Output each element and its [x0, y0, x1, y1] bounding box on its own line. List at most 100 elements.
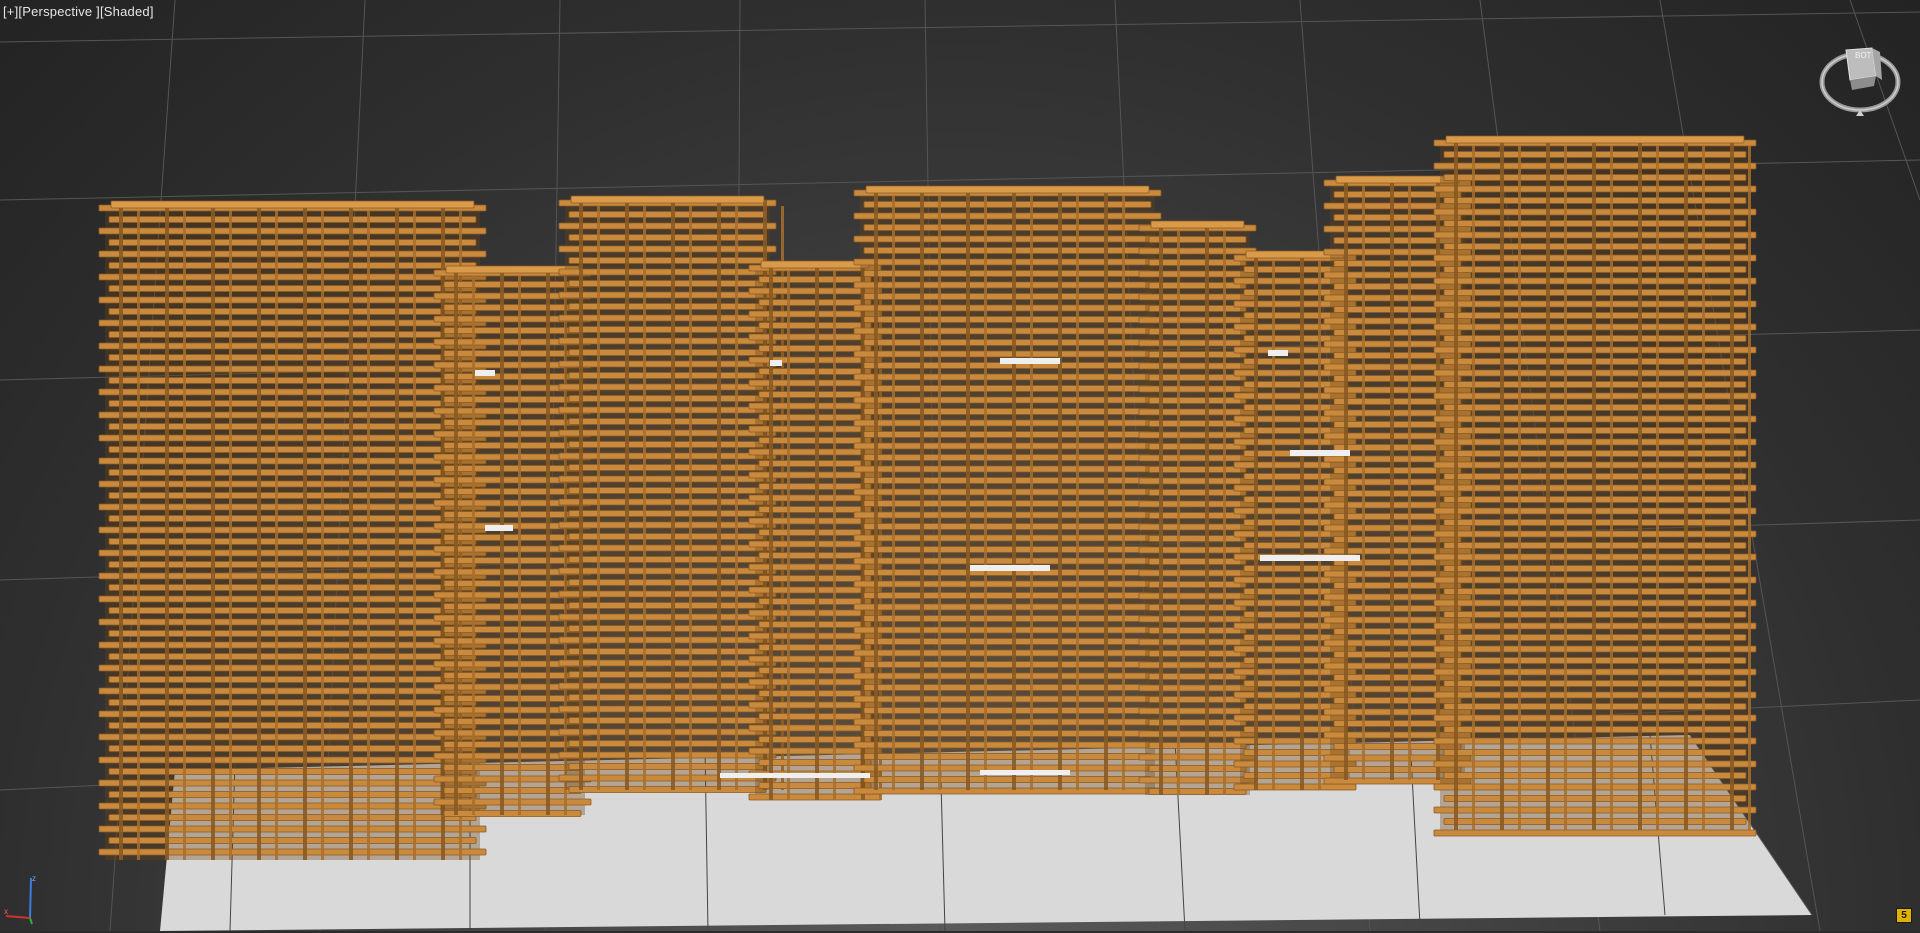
rod-horizontal [1138, 684, 1257, 692]
rod-horizontal [1148, 466, 1247, 473]
floor-gap [770, 360, 782, 366]
rod-horizontal [853, 626, 1162, 634]
rod-horizontal [1138, 247, 1257, 255]
rod-vertical [938, 196, 941, 790]
rod-horizontal [558, 636, 777, 644]
svg-text:x: x [4, 907, 8, 916]
rod-horizontal [853, 465, 1162, 473]
rod-vertical [1318, 261, 1321, 790]
rod-horizontal [443, 419, 582, 426]
rod-horizontal [558, 613, 777, 621]
rod-horizontal [443, 787, 582, 794]
rod-vertical [1472, 146, 1475, 830]
rod-vertical [643, 206, 646, 790]
rod-horizontal [98, 618, 487, 626]
rod-horizontal [443, 465, 582, 472]
rod-horizontal [1138, 339, 1257, 347]
rod-horizontal [1148, 581, 1247, 588]
rod-vertical [1012, 190, 1016, 790]
rod-top-rail [865, 185, 1150, 194]
rod-horizontal [108, 239, 477, 246]
rod-horizontal [443, 396, 582, 403]
rod-vertical [1122, 196, 1125, 790]
rod-vertical [518, 276, 521, 815]
rod-horizontal [853, 304, 1162, 312]
rod-horizontal [98, 802, 487, 810]
scene-canvas[interactable] [0, 0, 1920, 931]
rod-horizontal [1148, 604, 1247, 611]
rod-vertical [1058, 190, 1062, 790]
rod-top-rail [570, 195, 765, 204]
rod-horizontal [1138, 776, 1257, 784]
rod-horizontal [98, 411, 487, 419]
rod-horizontal [1148, 374, 1247, 381]
rod-horizontal [1148, 351, 1247, 358]
viewport-menu-plus[interactable]: [+] [3, 4, 18, 19]
rod-vertical [1030, 196, 1033, 790]
rod-horizontal [1138, 730, 1257, 738]
scaffold-block[interactable] [1433, 135, 1757, 837]
rod-vertical [717, 200, 721, 790]
rod-vertical [1518, 146, 1521, 830]
rod-horizontal [1148, 673, 1247, 680]
rod-horizontal [1148, 512, 1247, 519]
rod-horizontal [108, 768, 477, 775]
rod-vertical [413, 211, 416, 860]
grid-line [0, 11, 1920, 43]
rod-horizontal [853, 672, 1162, 680]
rod-horizontal [558, 498, 777, 506]
perspective-viewport[interactable]: [+][Perspective ][Shaded] BOT z x 5 [0, 0, 1920, 931]
rod-horizontal [443, 442, 582, 449]
corner-badge[interactable]: 5 [1896, 908, 1912, 923]
rod-horizontal [98, 848, 487, 856]
rod-vertical [787, 271, 790, 800]
rod-horizontal [1138, 546, 1257, 554]
viewport-shading-mode[interactable]: [Shaded] [100, 4, 154, 19]
rod-horizontal [108, 676, 477, 683]
rod-horizontal [443, 718, 582, 725]
rod-vertical [229, 211, 232, 860]
rod-horizontal [1138, 500, 1257, 508]
floor-gap [970, 565, 1050, 571]
axis-tripod-icon: z x [2, 872, 42, 928]
rod-horizontal [1148, 788, 1247, 795]
scaffold-block[interactable] [98, 200, 487, 860]
rod-horizontal [558, 268, 777, 276]
rod-vertical [1436, 180, 1440, 780]
rod-top-rail [1150, 220, 1245, 229]
rod-horizontal [443, 327, 582, 334]
rod-vertical [1748, 146, 1751, 830]
viewcube-icon[interactable]: BOT [1818, 38, 1902, 118]
rod-horizontal [443, 488, 582, 495]
rod-vertical [1390, 180, 1394, 780]
rod-horizontal [443, 534, 582, 541]
rod-horizontal [98, 365, 487, 373]
rod-horizontal [108, 400, 477, 407]
scaffold-block[interactable] [853, 185, 1162, 795]
rod-horizontal [853, 741, 1162, 749]
rod-horizontal [853, 281, 1162, 289]
rod-vertical [1702, 146, 1705, 830]
rod-horizontal [853, 350, 1162, 358]
rod-vertical [1656, 146, 1659, 830]
rod-horizontal [558, 659, 777, 667]
rod-horizontal [108, 308, 477, 315]
rod-horizontal [558, 544, 777, 552]
rod-horizontal [853, 488, 1162, 496]
rod-horizontal [98, 434, 487, 442]
rod-horizontal [853, 557, 1162, 565]
rod-horizontal [443, 580, 582, 587]
rod-vertical [1272, 261, 1275, 790]
rod-horizontal [108, 216, 477, 223]
viewport-view-name[interactable]: [Perspective ] [18, 4, 100, 19]
rod-horizontal [1148, 696, 1247, 703]
rod-horizontal [853, 649, 1162, 657]
rod-horizontal [558, 682, 777, 690]
scaffold-rod-lattice[interactable] [98, 135, 1757, 860]
rod-horizontal [98, 572, 487, 580]
rod-horizontal [853, 718, 1162, 726]
rod-horizontal [98, 756, 487, 764]
rod-horizontal [558, 452, 777, 460]
rod-horizontal [558, 521, 777, 529]
svg-text:z: z [32, 874, 36, 883]
